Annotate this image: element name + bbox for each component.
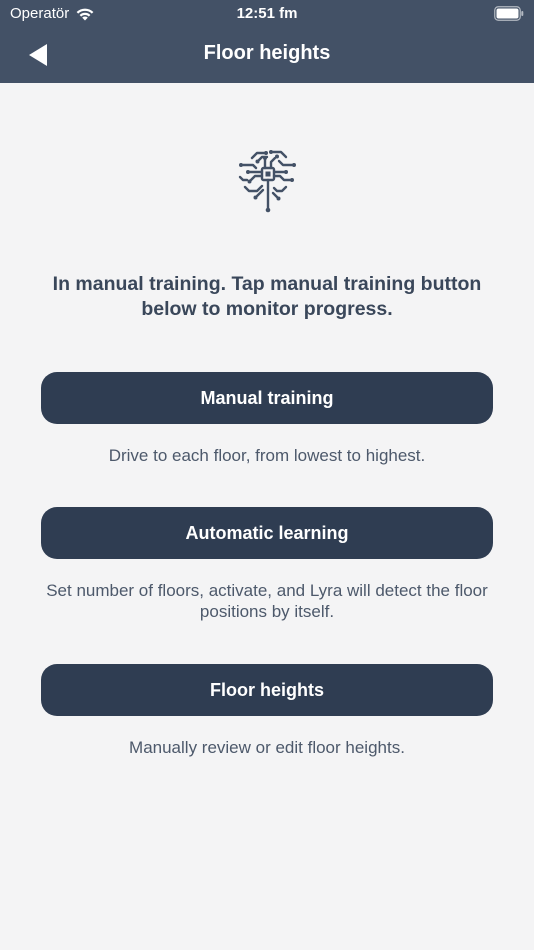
status-time: 12:51 fm — [236, 5, 298, 22]
nav-bar: Floor heights — [0, 28, 534, 83]
page-title: Floor heights — [203, 42, 331, 64]
brain-circuit-icon — [238, 150, 296, 213]
automatic-learning-description: Set number of floors, activate, and Lyra… — [46, 581, 488, 621]
screen: Operatör 12:51 fm Floor heights In manua… — [0, 0, 534, 950]
header: Operatör 12:51 fm Floor heights — [0, 0, 534, 83]
manual-training-button[interactable]: Manual training — [41, 372, 493, 424]
floor-heights-button[interactable]: Floor heights — [41, 664, 493, 716]
battery-icon — [494, 6, 524, 21]
automatic-learning-button[interactable]: Automatic learning — [41, 507, 493, 559]
manual-training-description: Drive to each floor, from lowest to high… — [108, 446, 426, 465]
training-status-message: In manual training. Tap manual training … — [52, 273, 482, 320]
status-bar: Operatör 12:51 fm — [0, 0, 534, 28]
floor-heights-description: Manually review or edit floor heights. — [129, 738, 405, 757]
